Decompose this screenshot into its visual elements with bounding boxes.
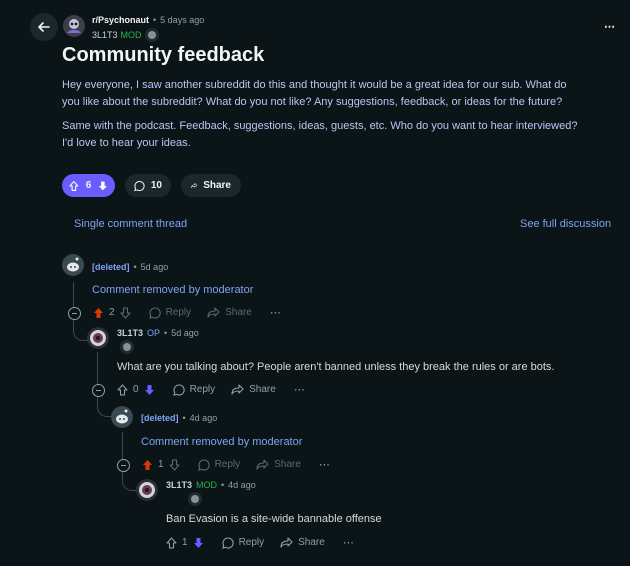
comment-age: 4d ago <box>189 413 218 423</box>
user-avatar-image <box>87 327 109 349</box>
reply-button[interactable]: Reply <box>190 384 216 395</box>
post-vote-count: 6 <box>85 180 92 191</box>
deleted-user-avatar <box>111 406 133 428</box>
upvote-icon[interactable] <box>69 180 79 192</box>
reply-button[interactable]: Reply <box>166 307 192 318</box>
post-title: Community feedback <box>62 44 265 66</box>
more-options-button[interactable]: ⋯ <box>270 306 282 319</box>
comment-actions: 0 Reply Share ⋯ <box>117 383 306 396</box>
comments-count: 10 <box>150 180 162 191</box>
collapse-thread-button[interactable] <box>68 307 81 320</box>
comment-age: 5d ago <box>140 262 169 272</box>
more-options-button[interactable]: ⋯ <box>604 20 616 33</box>
reply-icon <box>148 306 161 319</box>
user-flair-icon <box>188 492 203 506</box>
deleted-user-avatar <box>62 254 84 276</box>
downvote-icon[interactable] <box>169 458 180 471</box>
comment-vote-count: 1 <box>182 537 188 548</box>
see-full-discussion-link[interactable]: See full discussion <box>520 218 611 230</box>
comment-actions: 1 Reply Share ⋯ <box>142 458 331 471</box>
more-options-button[interactable]: ⋯ <box>319 458 331 471</box>
comment-text: Comment removed by moderator <box>92 284 254 296</box>
single-comment-thread-label: Single comment thread <box>74 218 188 230</box>
comment-author[interactable]: 3L1T3 <box>117 328 143 338</box>
arrow-left-icon <box>38 22 50 32</box>
share-icon <box>191 183 197 188</box>
more-options-button[interactable]: ⋯ <box>294 383 306 396</box>
post-author[interactable]: 3L1T3 <box>92 30 118 40</box>
upvote-icon[interactable] <box>93 307 104 319</box>
downvote-icon[interactable] <box>193 537 204 549</box>
post-body-paragraph-2: Same with the podcast. Feedback, suggest… <box>62 120 578 149</box>
share-button[interactable]: Share <box>181 174 241 197</box>
post-vote-pill: 6 <box>62 174 115 197</box>
post-age: 5 days ago <box>160 15 205 25</box>
collapse-thread-button[interactable] <box>92 384 105 397</box>
comment-vote-count: 2 <box>109 307 115 318</box>
upvote-icon[interactable] <box>166 536 177 549</box>
reply-icon <box>221 536 234 549</box>
subreddit-name[interactable]: r/Psychonaut <box>92 15 149 25</box>
mod-badge: MOD <box>120 30 142 40</box>
snoo-icon <box>62 254 84 276</box>
share-button[interactable]: Share <box>225 307 252 318</box>
comment-author[interactable]: [deleted] <box>92 262 130 272</box>
share-icon <box>231 384 244 395</box>
thread-line <box>122 432 123 460</box>
comment-actions: 1 Reply Share ⋯ <box>166 536 355 549</box>
collapse-thread-button[interactable] <box>117 459 130 472</box>
reply-icon <box>172 383 185 396</box>
thread-connector <box>122 470 137 491</box>
op-badge: OP <box>147 328 161 338</box>
reply-button[interactable]: Reply <box>239 537 265 548</box>
upvote-icon[interactable] <box>142 459 153 471</box>
downvote-icon[interactable] <box>144 384 155 396</box>
comment-actions: 2 Reply Share ⋯ <box>93 306 282 319</box>
user-avatar-image <box>136 479 158 501</box>
share-icon <box>256 459 269 470</box>
subreddit-avatar[interactable] <box>63 15 85 37</box>
user-flair-icon <box>144 28 159 42</box>
comments-button[interactable]: 10 <box>125 174 171 197</box>
comment-text: Comment removed by moderator <box>141 436 303 448</box>
comment-vote-count: 1 <box>158 459 164 470</box>
downvote-icon[interactable] <box>98 180 108 192</box>
share-button[interactable]: Share <box>298 537 325 548</box>
downvote-icon[interactable] <box>120 306 131 319</box>
back-button[interactable] <box>30 13 58 41</box>
thread-connector <box>97 397 112 417</box>
share-label: Share <box>203 180 231 191</box>
comment-text: Ban Evasion is a site-wide bannable offe… <box>166 513 382 525</box>
more-options-button[interactable]: ⋯ <box>343 536 355 549</box>
share-button[interactable]: Share <box>274 459 301 470</box>
user-avatar[interactable] <box>136 479 158 501</box>
comment-vote-count: 0 <box>133 384 139 395</box>
share-button[interactable]: Share <box>249 384 276 395</box>
share-icon <box>280 537 293 548</box>
reply-button[interactable]: Reply <box>215 459 241 470</box>
upvote-icon[interactable] <box>117 383 128 396</box>
share-icon <box>207 307 220 318</box>
comment-text: What are you talking about? People aren'… <box>117 361 555 373</box>
mod-badge: MOD <box>196 480 218 490</box>
comment-age: 5d ago <box>171 328 199 338</box>
post-body-paragraph-1: Hey everyone, I saw another subreddit do… <box>62 79 567 108</box>
comment-age: 4d ago <box>228 480 256 490</box>
comment-icon <box>134 180 145 191</box>
snoo-icon <box>111 406 133 428</box>
user-avatar[interactable] <box>87 327 109 349</box>
reply-icon <box>197 458 210 471</box>
subreddit-avatar-image <box>63 15 85 37</box>
user-flair-icon <box>120 340 134 354</box>
comment-author[interactable]: [deleted] <box>141 413 179 423</box>
comment-author[interactable]: 3L1T3 <box>166 480 192 490</box>
